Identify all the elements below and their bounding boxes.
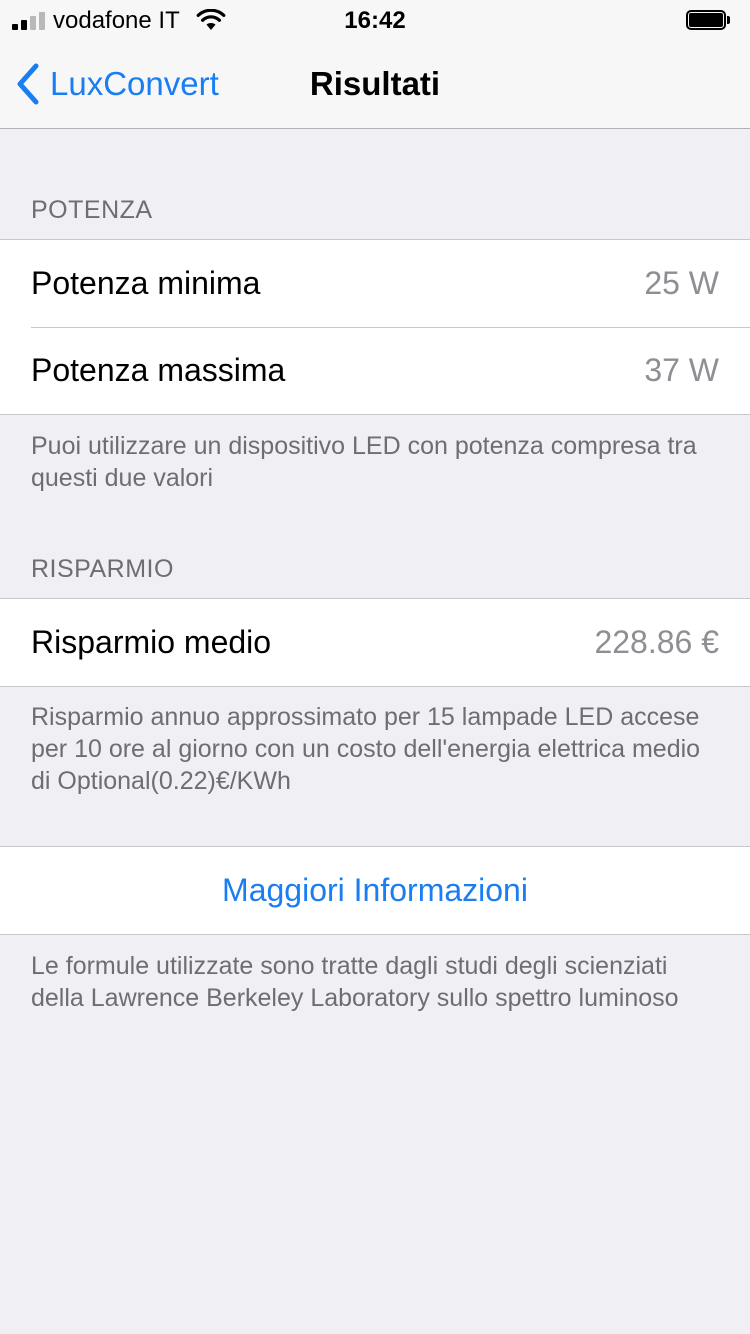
row-potenza-massima: Potenza massima 37 W bbox=[0, 327, 750, 414]
potenza-footer: Puoi utilizzare un dispositivo LED con p… bbox=[31, 432, 697, 492]
info-group: Maggiori Informazioni bbox=[0, 846, 750, 935]
section-header-potenza: POTENZA bbox=[31, 196, 153, 224]
risparmio-group: Risparmio medio 228.86 € bbox=[0, 598, 750, 687]
potenza-group: Potenza minima 25 W Potenza massima 37 W bbox=[0, 239, 750, 415]
chevron-left-icon bbox=[17, 63, 39, 105]
row-label: Potenza minima bbox=[31, 265, 261, 301]
section-header-risparmio: RISPARMIO bbox=[31, 555, 174, 583]
status-bar: vodafone IT 16:42 bbox=[0, 0, 750, 40]
status-time: 16:42 bbox=[344, 7, 406, 34]
row-label: Potenza massima bbox=[31, 352, 286, 388]
back-button[interactable]: LuxConvert bbox=[14, 40, 219, 128]
battery-icon bbox=[686, 10, 730, 30]
risparmio-footer: Risparmio annuo approssimato per 15 lamp… bbox=[31, 703, 701, 795]
more-info-button-label: Maggiori Informazioni bbox=[222, 872, 528, 908]
row-label: Risparmio medio bbox=[31, 624, 272, 660]
row-risparmio-medio: Risparmio medio 228.86 € bbox=[0, 599, 750, 686]
more-info-button[interactable]: Maggiori Informazioni bbox=[0, 847, 750, 934]
back-button-label: LuxConvert bbox=[50, 65, 219, 102]
row-potenza-minima: Potenza minima 25 W bbox=[0, 240, 750, 327]
row-value: 25 W bbox=[644, 265, 719, 301]
navigation-bar: Risultati LuxConvert bbox=[0, 40, 750, 129]
row-value: 228.86 € bbox=[594, 624, 719, 660]
info-footer: Le formule utilizzate sono tratte dagli … bbox=[31, 952, 679, 1012]
row-value: 37 W bbox=[644, 352, 719, 388]
